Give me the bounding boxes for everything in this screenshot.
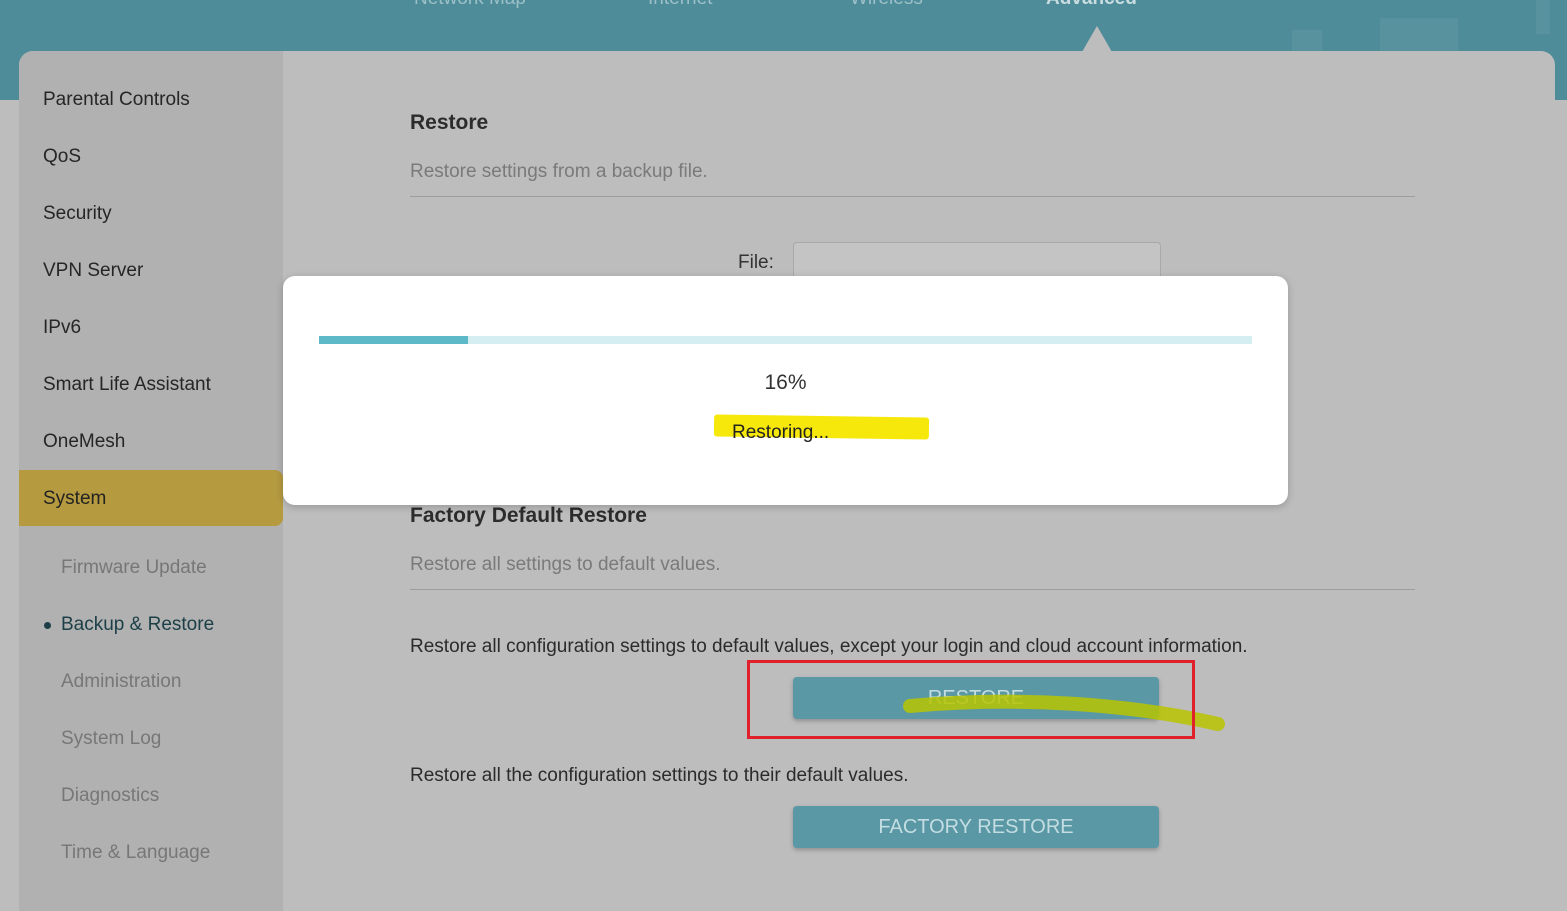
factory-restore-description: Restore all the configuration settings t… <box>410 765 909 786</box>
subnav-time-language[interactable]: Time & Language <box>61 842 210 864</box>
header-decoration <box>1292 30 1322 52</box>
header-decoration <box>1380 18 1458 52</box>
subnav-diagnostics[interactable]: Diagnostics <box>61 785 159 807</box>
factory-divider <box>410 589 1415 590</box>
sidebar-item-ipv6[interactable]: IPv6 <box>43 317 81 339</box>
sidebar-item-system-label: System <box>43 488 107 509</box>
active-subnav-dot <box>44 622 51 629</box>
subnav-firmware-update[interactable]: Firmware Update <box>61 557 207 579</box>
factory-restore-button[interactable]: FACTORY RESTORE <box>793 806 1159 848</box>
subnav-backup-restore[interactable]: Backup & Restore <box>61 614 214 636</box>
factory-restore-button-label: FACTORY RESTORE <box>878 816 1074 838</box>
factory-subtitle: Restore all settings to default values. <box>410 554 721 575</box>
progress-percent: 16% <box>764 371 807 394</box>
subnav-system-log[interactable]: System Log <box>61 728 161 750</box>
progress-status-text: Restoring... <box>732 422 830 443</box>
header-decoration <box>1536 0 1550 34</box>
sidebar-item-onemesh[interactable]: OneMesh <box>43 431 125 453</box>
factory-title: Factory Default Restore <box>410 504 647 527</box>
progress-bar-fill <box>319 336 469 344</box>
progress-bar-track <box>319 336 1252 344</box>
restore-description: Restore all configuration settings to de… <box>410 636 1248 657</box>
restore-divider <box>410 196 1415 197</box>
sidebar-item-cutoff: … <box>43 51 62 57</box>
file-label: File: <box>738 252 774 273</box>
progress-modal: 16% Restoring... <box>283 276 1288 505</box>
sidebar-item-qos[interactable]: QoS <box>43 146 81 168</box>
sidebar: … Parental Controls QoS Security VPN Ser… <box>19 51 283 911</box>
topnav-internet[interactable]: Internet <box>648 0 712 10</box>
restore-title: Restore <box>410 111 489 134</box>
sidebar-item-smart-life-assistant[interactable]: Smart Life Assistant <box>43 374 211 396</box>
restore-subtitle: Restore settings from a backup file. <box>410 161 708 182</box>
topnav-network-map[interactable]: Network Map <box>414 0 526 10</box>
annotation-red-box <box>747 660 1195 739</box>
active-tab-caret <box>1082 26 1112 52</box>
sidebar-item-security[interactable]: Security <box>43 203 112 225</box>
subnav-administration[interactable]: Administration <box>61 671 181 693</box>
topnav-advanced[interactable]: Advanced <box>1046 0 1137 10</box>
topnav-wireless[interactable]: Wireless <box>850 0 923 10</box>
sidebar-item-vpn-server[interactable]: VPN Server <box>43 260 143 282</box>
sidebar-item-parental-controls[interactable]: Parental Controls <box>43 89 190 111</box>
